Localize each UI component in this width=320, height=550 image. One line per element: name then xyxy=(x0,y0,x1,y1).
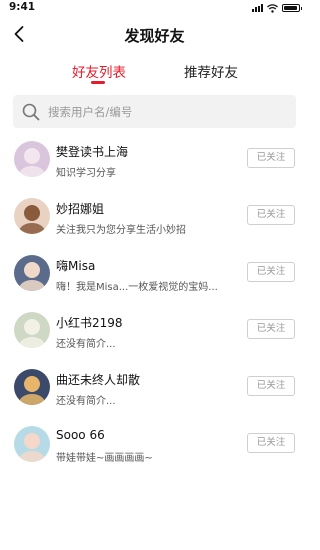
battery-level xyxy=(284,6,297,10)
battery-icon xyxy=(282,4,302,12)
tab-recommended-friends[interactable]: 推荐好友 xyxy=(184,61,238,81)
wifi-icon xyxy=(267,3,278,13)
avatar[interactable] xyxy=(14,369,50,405)
friend-name: 嗨Misa xyxy=(56,259,96,273)
search-bar[interactable] xyxy=(13,95,296,128)
list-item[interactable]: 嗨Misa 嗨！我是Misa...一枚爱视觉的宝妈... 已关注 xyxy=(0,245,309,301)
following-button[interactable]: 已关注 xyxy=(247,262,295,282)
search-icon xyxy=(22,103,40,120)
friend-bio: 带娃带娃~画画画画~ xyxy=(56,453,153,464)
friend-bio: 关注我只为您分享生活小妙招 xyxy=(56,225,186,236)
avatar[interactable] xyxy=(14,426,50,462)
friend-bio: 还没有简介... xyxy=(56,339,116,350)
status-icons xyxy=(252,3,302,13)
list-item[interactable]: 樊登读书上海 知识学习分享 已关注 xyxy=(0,131,309,187)
following-button[interactable]: 已关注 xyxy=(247,319,295,339)
search-input[interactable] xyxy=(48,104,278,119)
following-button[interactable]: 已关注 xyxy=(247,376,295,396)
tab-friend-list[interactable]: 好友列表 xyxy=(72,61,126,81)
friend-name: 樊登读书上海 xyxy=(56,145,129,159)
avatar[interactable] xyxy=(14,312,50,348)
tab-active-indicator xyxy=(91,81,105,84)
friend-name: Sooo 66 xyxy=(56,428,105,442)
friend-bio: 知识学习分享 xyxy=(56,168,116,179)
friend-name: 妙招娜姐 xyxy=(56,202,105,216)
list-item[interactable]: 妙招娜姐关注我只为您分享生活小妙招 已关注 xyxy=(0,188,309,244)
signal-icon xyxy=(252,4,263,12)
following-button[interactable]: 已关注 xyxy=(247,148,295,168)
friend-bio: 嗨！我是Misa...一枚爱视觉的宝妈... xyxy=(56,282,218,293)
friend-bio: 还没有简介... xyxy=(56,396,116,407)
list-item[interactable]: 小红书2198 还没有简介... 已关注 xyxy=(0,302,309,358)
friend-name: 曲还未终人却散 xyxy=(56,373,141,387)
avatar[interactable] xyxy=(14,198,50,234)
list-item[interactable]: 曲还未终人却散 还没有简介... 已关注 xyxy=(0,359,309,415)
list-item[interactable]: Sooo 66 带娃带娃~画画画画~ 已关注 xyxy=(0,416,309,472)
status-time: 9:41 xyxy=(9,1,36,13)
avatar[interactable] xyxy=(14,141,50,177)
following-button[interactable]: 已关注 xyxy=(247,433,295,453)
friend-name: 小红书2198 xyxy=(56,316,123,330)
avatar[interactable] xyxy=(14,255,50,291)
page-title: 发现好友 xyxy=(124,27,185,45)
following-button[interactable]: 已关注 xyxy=(247,205,295,225)
status-bar: 9:41 xyxy=(0,0,309,16)
